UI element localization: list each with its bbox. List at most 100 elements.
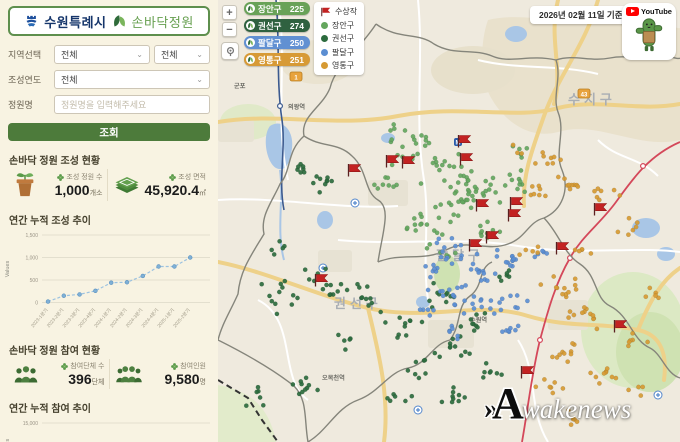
garden-dot <box>453 244 457 248</box>
garden-dot <box>562 351 566 355</box>
garden-dot <box>478 224 482 228</box>
garden-dot <box>379 310 383 314</box>
garden-dot <box>280 285 284 289</box>
garden-dot <box>428 275 432 279</box>
garden-dot <box>433 351 437 355</box>
garden-dot <box>477 270 481 274</box>
garden-dot <box>552 155 556 159</box>
creation-stats: 조성 정원 수 1,000개소 <box>8 169 210 201</box>
badge-district-name: 팔달구 <box>258 37 281 49</box>
garden-dot <box>488 306 492 310</box>
garden-dot <box>488 369 492 373</box>
garden-dot <box>484 179 488 183</box>
youtube-link-card[interactable]: YouTube <box>622 3 676 60</box>
garden-dot <box>500 297 504 301</box>
garden-dot <box>555 355 559 359</box>
garden-dot <box>458 174 462 178</box>
garden-dot <box>566 315 570 319</box>
garden-dot <box>314 174 318 178</box>
region-select-1[interactable]: 전체 ⌄ <box>54 45 150 64</box>
garden-brand-icon <box>112 14 127 29</box>
garden-dot <box>519 168 523 172</box>
garden-count-unit: 개소 <box>90 190 103 197</box>
garden-dot <box>418 308 422 312</box>
map-label: 의왕역 <box>288 103 305 111</box>
garden-dot <box>463 395 467 399</box>
garden-dot <box>532 192 536 196</box>
garden-dot <box>472 306 476 310</box>
garden-dot <box>406 368 410 372</box>
garden-dot <box>542 377 546 381</box>
chevron-down-icon: ⌄ <box>196 50 203 59</box>
garden-dot <box>452 213 456 217</box>
district-badge-2[interactable]: 권선구274 <box>244 19 310 32</box>
garden-dot <box>299 379 303 383</box>
garden-dot <box>298 170 302 174</box>
garden-dot <box>597 381 601 385</box>
garden-dot <box>444 300 448 304</box>
garden-dot <box>503 183 507 187</box>
legend-district-row-1: 장안구 <box>321 20 357 31</box>
garden-dot <box>290 302 294 306</box>
district-badge-4[interactable]: 영통구251 <box>244 53 310 66</box>
garden-dot <box>472 294 476 298</box>
district-badge-1[interactable]: 장안구225 <box>244 2 310 15</box>
garden-dot <box>471 262 475 266</box>
app-header: 수원특례시 손바닥정원 <box>8 6 210 36</box>
svg-text:1,000: 1,000 <box>25 256 38 262</box>
garden-dot <box>510 178 514 182</box>
garden-dot <box>548 385 552 389</box>
org-count-stat: 참여단체 수 396단체 <box>8 359 109 389</box>
garden-name-input[interactable]: 정원명을 입력해주세요 <box>54 95 210 114</box>
district-badge-3[interactable]: 팔달구 250 <box>244 36 310 49</box>
garden-dot <box>431 308 435 312</box>
garden-dot <box>360 295 364 299</box>
year-select[interactable]: 전체 ⌄ <box>54 70 210 89</box>
garden-dot <box>516 324 520 328</box>
data-date-badge: 2026년 02월 11일 기준 <box>530 6 632 24</box>
youtube-label: YouTube <box>641 7 672 16</box>
garden-dot <box>387 183 391 187</box>
garden-dot <box>267 294 271 298</box>
garden-dot <box>462 311 466 315</box>
garden-dot <box>533 161 537 165</box>
garden-dot <box>420 320 424 324</box>
garden-dot <box>277 239 281 243</box>
garden-dot <box>626 344 630 348</box>
my-location-button[interactable] <box>221 42 239 60</box>
svg-text:Values: Values <box>5 439 11 442</box>
garden-dot <box>423 264 427 268</box>
map-canvas[interactable]: M 수지구권선구팔달구의왕역오목천역수원역군포431 + − 장안구225권선구… <box>218 0 680 442</box>
garden-dot <box>345 288 349 292</box>
garden-dot <box>589 251 593 255</box>
search-button[interactable]: 조회 <box>8 123 210 141</box>
legend-district-row-2: 권선구 <box>321 33 357 44</box>
garden-dot <box>448 185 452 189</box>
garden-count-stat: 조성 정원 수 1,000개소 <box>8 169 107 201</box>
garden-dot <box>426 308 430 312</box>
region-select-2[interactable]: 전체 ⌄ <box>154 45 210 64</box>
garden-dot <box>435 241 439 245</box>
garden-dot <box>497 275 501 279</box>
zoom-in-button[interactable]: + <box>222 5 237 20</box>
garden-dot <box>571 417 575 421</box>
garden-dot <box>462 299 466 303</box>
garden-dot <box>315 388 319 392</box>
garden-dot <box>440 163 444 167</box>
badge-count: 250 <box>290 38 304 48</box>
garden-dot <box>573 248 577 252</box>
garden-dot <box>515 187 519 191</box>
garden-dot <box>277 290 281 294</box>
garden-dot <box>610 375 614 379</box>
garden-dot <box>300 390 304 394</box>
garden-dot <box>488 183 492 187</box>
garden-dot <box>273 302 277 306</box>
garden-dot <box>440 249 444 253</box>
garden-dot <box>403 399 407 403</box>
garden-dot <box>470 322 474 326</box>
people-group-icon <box>12 363 40 385</box>
garden-dot <box>517 253 521 257</box>
garden-dot <box>562 177 566 181</box>
garden-dot <box>485 279 489 283</box>
zoom-out-button[interactable]: − <box>222 22 237 37</box>
